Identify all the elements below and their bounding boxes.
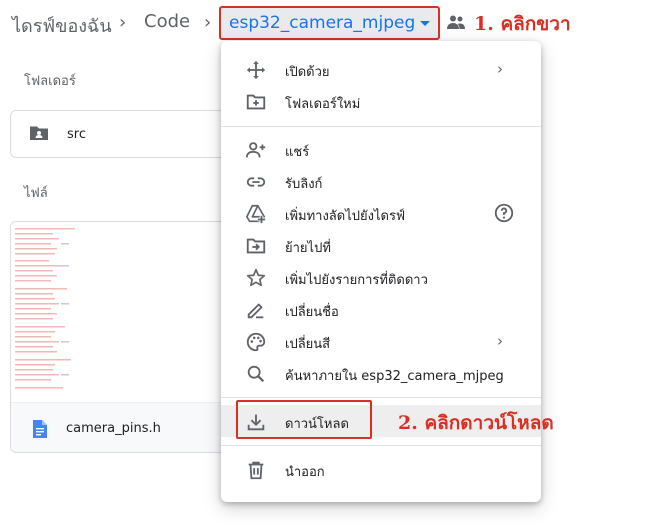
folder-name: src: [67, 127, 86, 142]
link-icon: [246, 177, 266, 187]
menu-item-search-within[interactable]: ค้นหาภายใน esp32_camera_mjpeg: [221, 357, 541, 389]
file-thumbnail: [11, 222, 231, 402]
menu-divider: [221, 126, 541, 127]
menu-item-change-color[interactable]: เปลี่ยนสี ›: [221, 325, 541, 357]
menu-item-add-star[interactable]: เพิ่มไปยังรายการที่ติดดาว: [221, 261, 541, 293]
menu-label: ค้นหาภายใน esp32_camera_mjpeg: [285, 369, 504, 384]
menu-label: เพิ่มทางลัดไปยังไดรฟ์: [285, 209, 406, 224]
download-highlight-box: [236, 400, 372, 439]
menu-label: เพิ่มไปยังรายการที่ติดดาว: [285, 273, 428, 288]
chevron-right-icon: ›: [497, 60, 503, 78]
files-section-label: ไฟล์: [24, 186, 48, 201]
star-icon: [246, 268, 266, 287]
menu-label: รับลิงก์: [285, 177, 323, 192]
menu-item-open-with[interactable]: เปิดด้วย ›: [221, 53, 541, 85]
menu-item-get-link[interactable]: รับลิงก์: [221, 165, 541, 197]
move-arrows-icon: [246, 60, 266, 80]
menu-item-remove[interactable]: นำออก: [221, 453, 541, 485]
add-to-drive-icon: [246, 204, 266, 224]
menu-item-rename[interactable]: เปลี่ยนชื่อ: [221, 293, 541, 325]
rename-pencil-icon: [247, 303, 264, 319]
menu-item-share[interactable]: แชร์: [221, 133, 541, 165]
move-to-icon: [246, 238, 266, 254]
annotation-step-2: 2. คลิกดาวน์โหลด: [398, 412, 554, 434]
menu-label: โฟลเดอร์ใหม่: [285, 97, 361, 112]
menu-label: เปลี่ยนชื่อ: [285, 305, 339, 320]
menu-divider: [221, 397, 541, 398]
chevron-right-icon: ›: [497, 332, 503, 350]
folders-section-label: โฟลเดอร์: [24, 74, 76, 89]
add-person-icon: [245, 142, 266, 158]
menu-label: เปลี่ยนสี: [285, 337, 331, 352]
chevron-down-icon: [420, 21, 430, 26]
menu-divider: [221, 445, 541, 446]
menu-label: ย้ายไปที่: [285, 241, 331, 256]
menu-label: เปิดด้วย: [285, 65, 330, 80]
search-icon: [247, 365, 265, 383]
shared-folder-icon: [30, 126, 48, 140]
breadcrumb-separator: ›: [119, 12, 127, 33]
help-icon[interactable]: [493, 202, 515, 224]
palette-icon: [246, 332, 266, 352]
file-footer: camera_pins.h: [11, 402, 231, 452]
menu-item-new-folder[interactable]: โฟลเดอร์ใหม่: [221, 85, 541, 117]
menu-item-add-shortcut[interactable]: เพิ่มทางลัดไปยังไดรฟ์: [221, 197, 541, 229]
folder-card-src[interactable]: src: [10, 110, 232, 158]
menu-item-move-to[interactable]: ย้ายไปที่: [221, 229, 541, 261]
breadcrumb-code[interactable]: Code: [144, 11, 190, 32]
menu-label: นำออก: [285, 465, 325, 480]
annotation-step-1: 1. คลิกขวา: [474, 13, 571, 35]
breadcrumb-separator: ›: [204, 12, 212, 33]
new-folder-icon: [246, 94, 266, 110]
shared-people-icon: [447, 15, 465, 29]
menu-label: แชร์: [285, 145, 310, 160]
trash-icon: [248, 461, 264, 480]
document-icon: [33, 420, 47, 438]
file-card-camera-pins[interactable]: camera_pins.h: [10, 221, 232, 453]
breadcrumb-my-drive[interactable]: ไดรฟ์ของฉัน: [12, 11, 112, 40]
file-name: camera_pins.h: [66, 421, 161, 436]
current-folder-label: esp32_camera_mjpeg: [229, 13, 416, 33]
breadcrumb-current-folder[interactable]: esp32_camera_mjpeg: [219, 6, 440, 40]
